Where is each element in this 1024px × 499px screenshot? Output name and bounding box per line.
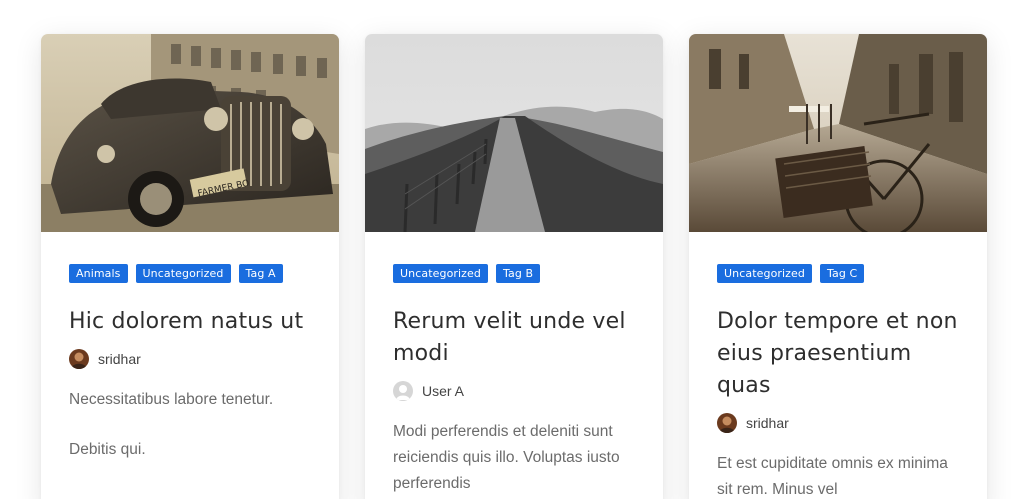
excerpt-paragraph: Necessitatibus labore tenetur. xyxy=(69,391,274,408)
tag-link[interactable]: Tag A xyxy=(238,264,283,283)
post-author: sridhar xyxy=(717,412,959,434)
tag-link[interactable]: Uncategorized xyxy=(135,264,231,283)
author-name[interactable]: sridhar xyxy=(746,415,789,431)
author-avatar-default xyxy=(393,381,413,401)
excerpt-paragraph: Modi perferendis et deleniti sunt reicie… xyxy=(393,423,620,492)
post-title[interactable]: Dolor tempore et non eius praesentium qu… xyxy=(717,306,959,402)
hill-path-image xyxy=(365,34,663,232)
post-card: Uncategorized Tag B Rerum velit unde vel… xyxy=(365,34,663,499)
post-grid: FARMER BO Animals Uncategorized Tag A Hi… xyxy=(0,0,1024,499)
street-bicycle-image xyxy=(689,34,987,232)
tag-link[interactable]: Tag B xyxy=(496,264,541,283)
post-thumbnail-street-bicycle[interactable] xyxy=(689,34,987,232)
author-avatar-photo xyxy=(69,349,89,369)
post-tags: Uncategorized Tag C xyxy=(717,264,959,283)
post-author: sridhar xyxy=(69,348,311,370)
post-title[interactable]: Rerum velit unde vel modi xyxy=(393,306,635,370)
post-card: FARMER BO Animals Uncategorized Tag A Hi… xyxy=(41,34,339,499)
post-title[interactable]: Hic dolorem natus ut xyxy=(69,306,311,338)
excerpt-paragraph: Et est cupiditate omnis ex minima sit re… xyxy=(717,455,948,498)
vintage-car-image: FARMER BO xyxy=(41,34,339,232)
tag-link[interactable]: Animals xyxy=(69,264,128,283)
post-excerpt: Et est cupiditate omnis ex minima sit re… xyxy=(717,451,959,499)
excerpt-paragraph: Debitis qui. xyxy=(69,441,146,458)
post-excerpt: Modi perferendis et deleniti sunt reicie… xyxy=(393,419,635,497)
post-author: User A xyxy=(393,380,635,402)
author-name[interactable]: sridhar xyxy=(98,351,141,367)
post-excerpt: Necessitatibus labore tenetur. Debitis q… xyxy=(69,387,311,463)
post-thumbnail-hill-path[interactable] xyxy=(365,34,663,232)
post-card: Uncategorized Tag C Dolor tempore et non… xyxy=(689,34,987,499)
tag-link[interactable]: Tag C xyxy=(820,264,865,283)
post-tags: Uncategorized Tag B xyxy=(393,264,635,283)
author-name[interactable]: User A xyxy=(422,383,464,399)
author-avatar-photo xyxy=(717,413,737,433)
tag-link[interactable]: Uncategorized xyxy=(717,264,813,283)
post-tags: Animals Uncategorized Tag A xyxy=(69,264,311,283)
post-thumbnail-vintage-car[interactable]: FARMER BO xyxy=(41,34,339,232)
tag-link[interactable]: Uncategorized xyxy=(393,264,489,283)
